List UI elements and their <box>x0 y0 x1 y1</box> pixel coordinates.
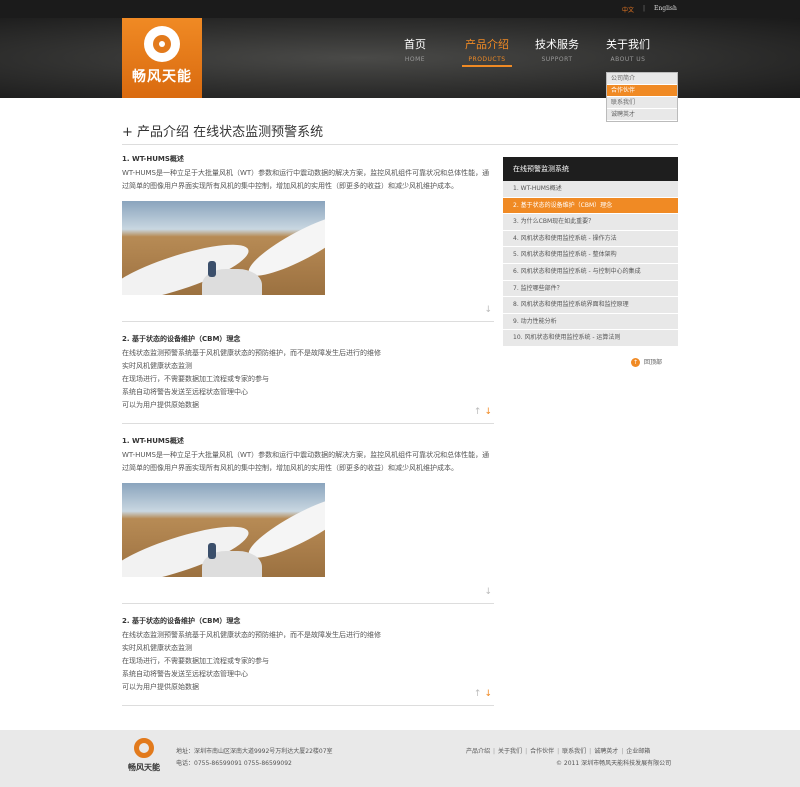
technician-figure <box>208 543 216 559</box>
technician-figure <box>208 261 216 277</box>
lang-english-link[interactable]: English <box>654 5 677 12</box>
footer-link-partners[interactable]: 合作伙伴 <box>530 748 554 755</box>
nav-products-sublabel: PRODUCTS <box>468 56 506 63</box>
nav-home[interactable]: 首页 HOME <box>398 36 432 63</box>
block-line: 在线状态监测预警系统基于风机健康状态的预防维护，而不是故障发生后进行的维修 <box>122 349 381 357</box>
sidebar: 在线预警监测系统 1. WT-HUMS概述 2. 基于状态的设备维护（CBM）理… <box>503 157 678 367</box>
arrow-down-icon[interactable]: ↓ <box>484 689 492 699</box>
nav-support[interactable]: 技术服务 SUPPORT <box>532 36 582 63</box>
footer-link-separator: | <box>525 748 528 755</box>
content-block-cbm: 2. 基于状态的设备维护（CBM）理念 在线状态监测预警系统基于风机健康状态的预… <box>122 604 494 706</box>
block-title: 1. WT-HUMS概述 <box>122 155 184 163</box>
wind-turbine-photo <box>122 483 325 577</box>
block-arrows: ↓ <box>484 587 492 597</box>
nav-about-sublabel: ABOUT US <box>610 56 646 63</box>
dropdown-item-contact[interactable]: 联系我们 <box>607 97 677 109</box>
arrow-up-icon[interactable]: ↑ <box>474 407 482 417</box>
dropdown-item-careers[interactable]: 诚聘英才 <box>607 109 677 121</box>
block-title: 1. WT-HUMS概述 <box>122 437 184 445</box>
nav-products-label: 产品介绍 <box>465 38 509 51</box>
top-bar: 中文 | English <box>0 0 800 18</box>
nav-about-label: 关于我们 <box>606 38 650 51</box>
dropdown-item-partners[interactable]: 合作伙伴 <box>607 85 677 97</box>
arrow-up-circle-icon: ↑ <box>631 358 640 367</box>
sidebar-item[interactable]: 3. 为什么CBM现在如此重要？ <box>503 214 678 231</box>
content-block-overview: 1. WT-HUMS概述 WT-HUMS是一种立足于大批量风机（WT）参数和运行… <box>122 424 494 604</box>
footer-link-careers[interactable]: 诚聘英才 <box>594 748 618 755</box>
footer-logo-text: 畅风天能 <box>128 763 160 772</box>
footer-address: 地址：深圳市南山区深南大道9992号万利达大厦22楼07室 <box>176 748 333 755</box>
sidebar-item[interactable]: 6. 风机状态和使用监控系统 - 与控制中心的集成 <box>503 263 678 281</box>
arrow-down-icon[interactable]: ↓ <box>484 587 492 597</box>
footer-logo[interactable]: 畅风天能 <box>122 738 166 778</box>
footer-phone: 电话：0755-86599091 0755-86599092 <box>176 760 292 767</box>
sidebar-title: 在线预警监测系统 <box>503 157 678 181</box>
sidebar-item[interactable]: 8. 风机状态和使用监控系统界面和监控原理 <box>503 297 678 314</box>
title-divider <box>122 144 678 145</box>
header: 畅风天能 首页 HOME 产品介绍 PRODUCTS 技术服务 SUPPORT … <box>0 18 800 98</box>
footer-link-email[interactable]: 企业邮箱 <box>626 748 650 755</box>
block-line: 实时风机健康状态监测 <box>122 644 192 652</box>
block-arrows: ↑ ↓ <box>474 407 492 417</box>
sidebar-item[interactable]: 1. WT-HUMS概述 <box>503 181 678 198</box>
lang-chinese-link[interactable]: 中文 <box>622 5 634 14</box>
block-line: 可以为用户提供原始数据 <box>122 401 199 409</box>
footer-logo-swirl-icon <box>134 738 154 758</box>
footer-link-separator: | <box>621 748 624 755</box>
sidebar-item[interactable]: 7. 监控哪些部件？ <box>503 280 678 298</box>
footer-link-contact[interactable]: 联系我们 <box>562 748 586 755</box>
content-block-overview: 1. WT-HUMS概述 WT-HUMS是一种立足于大批量风机（WT）参数和运行… <box>122 154 494 322</box>
footer-link-about[interactable]: 关于我们 <box>498 748 522 755</box>
sidebar-item[interactable]: 4. 风机状态和使用监控系统 - 操作方法 <box>503 230 678 248</box>
sidebar-item[interactable]: 10. 风机状态和使用监控系统 - 运算法则 <box>503 330 678 347</box>
block-title: 2. 基于状态的设备维护（CBM）理念 <box>122 617 241 625</box>
footer-link-separator: | <box>493 748 496 755</box>
logo-text: 畅风天能 <box>132 69 192 85</box>
arrow-down-icon[interactable]: ↓ <box>484 407 492 417</box>
block-line: 可以为用户提供原始数据 <box>122 683 199 691</box>
block-body: WT-HUMS是一种立足于大批量风机（WT）参数和运行中震动数据的解决方案，监控… <box>122 169 490 190</box>
nav-support-sublabel: SUPPORT <box>541 56 573 63</box>
block-body: WT-HUMS是一种立足于大批量风机（WT）参数和运行中震动数据的解决方案，监控… <box>122 451 490 472</box>
footer-link-separator: | <box>557 748 560 755</box>
sidebar-item-active[interactable]: 2. 基于状态的设备维护（CBM）理念 <box>503 197 678 215</box>
lang-separator: | <box>643 5 646 12</box>
block-arrows: ↓ <box>484 305 492 315</box>
sidebar-item[interactable]: 9. 动力性能分析 <box>503 313 678 331</box>
back-to-top-link[interactable]: ↑ 回顶部 <box>631 357 662 367</box>
nav-products[interactable]: 产品介绍 PRODUCTS <box>462 36 512 67</box>
logo[interactable]: 畅风天能 <box>122 18 202 98</box>
block-line: 实时风机健康状态监测 <box>122 362 192 370</box>
logo-swirl-icon <box>144 26 180 62</box>
block-arrows: ↑ ↓ <box>474 689 492 699</box>
block-line: 在现场进行，不需要数据加工流程或专家的参与 <box>122 375 269 383</box>
dropdown-item-company[interactable]: 公司简介 <box>607 73 677 85</box>
arrow-up-icon[interactable]: ↑ <box>474 689 482 699</box>
footer-links: 产品介绍 | 关于我们 | 合作伙伴 | 联系我们 | 诚聘英才 | 企业邮箱 <box>466 746 650 755</box>
about-dropdown-menu: 公司简介 合作伙伴 联系我们 诚聘英才 <box>606 72 678 122</box>
block-line: 在现场进行，不需要数据加工流程或专家的参与 <box>122 657 269 665</box>
block-line: 系统自动将警告发送至远程状态管理中心 <box>122 388 248 396</box>
arrow-down-icon[interactable]: ↓ <box>484 305 492 315</box>
back-to-top-label: 回顶部 <box>644 359 663 366</box>
nav-support-label: 技术服务 <box>535 38 579 51</box>
footer: 畅风天能 地址：深圳市南山区深南大道9992号万利达大厦22楼07室 电话：07… <box>0 730 800 787</box>
nav-home-sublabel: HOME <box>404 56 426 63</box>
sidebar-item[interactable]: 5. 风机状态和使用监控系统 - 整体架构 <box>503 247 678 264</box>
block-line: 系统自动将警告发送至远程状态管理中心 <box>122 670 248 678</box>
footer-copyright: © 2011 深圳市畅风天能科技发展有限公司 <box>556 760 672 767</box>
content-block-cbm: 2. 基于状态的设备维护（CBM）理念 在线状态监测预警系统基于风机健康状态的预… <box>122 322 494 424</box>
main-content: 1. WT-HUMS概述 WT-HUMS是一种立足于大批量风机（WT）参数和运行… <box>122 154 494 706</box>
page-title: + 产品介绍 在线状态监测预警系统 <box>122 125 324 140</box>
footer-link-products[interactable]: 产品介绍 <box>466 748 490 755</box>
nav-about[interactable]: 关于我们 ABOUT US <box>603 36 653 63</box>
wind-turbine-photo <box>122 201 325 295</box>
block-title: 2. 基于状态的设备维护（CBM）理念 <box>122 335 241 343</box>
footer-link-separator: | <box>589 748 592 755</box>
nav-home-label: 首页 <box>404 38 426 51</box>
block-line: 在线状态监测预警系统基于风机健康状态的预防维护，而不是故障发生后进行的维修 <box>122 631 381 639</box>
